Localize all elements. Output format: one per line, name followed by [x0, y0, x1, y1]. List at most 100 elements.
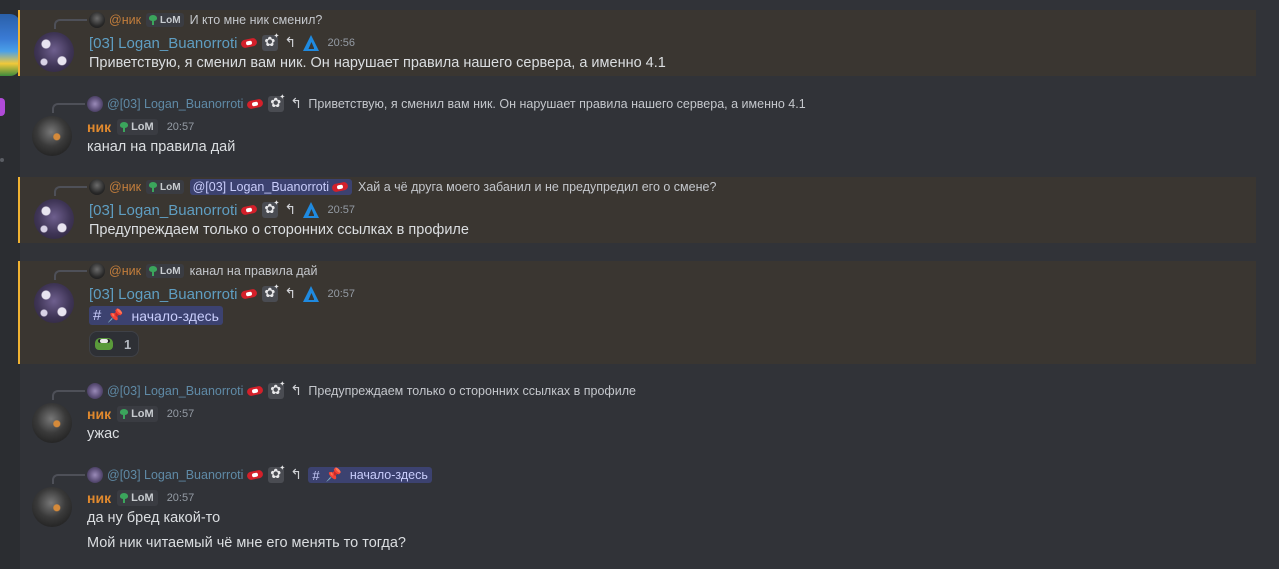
reply-preview[interactable]: @ник LoM @[03] Logan_Buanorroti Хай а чё… — [89, 178, 716, 196]
reply-text: канал на правила дай — [189, 264, 318, 278]
author-name[interactable]: [03] Logan_Buanorroti — [89, 35, 237, 52]
message: @ник LoM И кто мне ник сменил? [03] Loga… — [18, 10, 1256, 76]
reply-preview[interactable]: @[03] Logan_Buanorroti # 📌 начало-здесь — [87, 464, 437, 484]
reply-preview[interactable]: @ник LoM И кто мне ник сменил? — [89, 11, 322, 29]
channel-link[interactable]: # 📌 начало-здесь — [89, 306, 223, 325]
message-header: [03] Logan_Buanorroti 20:57 — [89, 283, 355, 305]
triangle-role-icon — [302, 285, 320, 303]
triangle-role-icon — [302, 201, 320, 219]
sprout-icon — [148, 15, 158, 25]
author-name[interactable]: [03] Logan_Buanorroti — [89, 202, 237, 219]
reply-author[interactable]: @ник — [109, 264, 141, 278]
sprout-icon — [119, 122, 129, 132]
avatar[interactable] — [32, 487, 72, 527]
mention-label: @[03] Logan_Buanorroti — [192, 180, 329, 194]
reply-avatar — [89, 179, 105, 195]
sprout-icon — [119, 493, 129, 503]
reply-text: Предупреждаем только о сторонних ссылках… — [308, 384, 636, 398]
reply-text: Приветствую, я сменил вам ник. Он наруша… — [308, 97, 806, 111]
reaction-button[interactable]: 1 — [89, 331, 140, 357]
message-content: канал на правила дай — [87, 139, 236, 155]
avatar[interactable] — [32, 403, 72, 443]
message-header: ник LoM 20:57 — [87, 116, 194, 138]
timestamp[interactable]: 20:56 — [327, 37, 355, 49]
pin-icon: 📌 — [325, 467, 342, 482]
reply-avatar — [87, 467, 103, 483]
tag-label: LoM — [160, 181, 181, 193]
nail-badge-icon — [282, 34, 298, 51]
red-ticket-badge-icon — [246, 469, 264, 481]
reply-author[interactable]: @ник — [109, 13, 141, 27]
message-content: Приветствую, я сменил вам ник. Он наруша… — [89, 55, 666, 71]
message: @[03] Logan_Buanorroti Предупреждаем тол… — [18, 380, 1256, 449]
avatar[interactable] — [32, 116, 72, 156]
reply-avatar — [89, 263, 105, 279]
message: @[03] Logan_Buanorroti # 📌 начало-здесь ни… — [18, 464, 1256, 565]
reply-text: И кто мне ник сменил? — [189, 13, 323, 27]
channel-link[interactable]: # 📌 начало-здесь — [308, 467, 432, 483]
flower-badge-icon — [268, 464, 285, 483]
timestamp[interactable]: 20:57 — [167, 492, 195, 504]
reply-author[interactable]: @[03] Logan_Buanorroti — [107, 384, 243, 398]
red-ticket-badge-icon — [240, 288, 258, 300]
message-content: Предупреждаем только о сторонних ссылках… — [89, 222, 469, 238]
red-ticket-badge-icon — [246, 385, 264, 397]
author-name[interactable]: [03] Logan_Buanorroti — [89, 286, 237, 303]
reply-preview[interactable]: @[03] Logan_Buanorroti Предупреждаем тол… — [87, 380, 636, 400]
author-name[interactable]: ник — [87, 490, 111, 506]
message-header: [03] Logan_Buanorroti 20:56 — [89, 32, 355, 54]
server-sidebar — [0, 0, 20, 569]
channel-name: начало-здесь — [349, 468, 428, 482]
nail-badge-icon — [282, 201, 298, 218]
nail-badge-icon — [288, 466, 304, 483]
message-list: @ник LoM И кто мне ник сменил? [03] Loga… — [18, 0, 1279, 569]
reply-avatar — [89, 12, 105, 28]
reply-line — [52, 390, 85, 400]
frog-emoji-icon — [95, 336, 115, 352]
reply-author[interactable]: @ник — [109, 180, 141, 194]
server-icon[interactable] — [0, 14, 20, 76]
sprout-icon — [148, 266, 158, 276]
timestamp[interactable]: 20:57 — [167, 121, 195, 133]
avatar[interactable] — [34, 283, 74, 323]
author-name[interactable]: ник — [87, 406, 111, 422]
lom-tag: LoM — [117, 490, 158, 506]
message: @ник LoM канал на правила дай [03] Logan… — [18, 261, 1256, 364]
nail-badge-icon — [288, 95, 304, 112]
avatar[interactable] — [34, 32, 74, 72]
nail-badge-icon — [282, 285, 298, 302]
red-ticket-badge-icon — [240, 204, 258, 216]
pin-icon: 📌 — [107, 307, 124, 323]
author-name[interactable]: ник — [87, 119, 111, 135]
timestamp[interactable]: 20:57 — [327, 288, 355, 300]
reply-author[interactable]: @[03] Logan_Buanorroti — [107, 468, 243, 482]
timestamp[interactable]: 20:57 — [327, 204, 355, 216]
red-ticket-badge-icon — [240, 37, 258, 49]
tag-label: LoM — [160, 265, 181, 277]
reply-author[interactable]: @[03] Logan_Buanorroti — [107, 97, 243, 111]
reply-line — [54, 186, 87, 196]
user-mention[interactable]: @[03] Logan_Buanorroti — [189, 179, 352, 195]
lom-tag: LoM — [146, 180, 184, 194]
message-content: # 📌 начало-здесь — [89, 306, 223, 325]
red-ticket-badge-icon — [331, 181, 349, 193]
tag-label: LoM — [131, 408, 154, 420]
reply-avatar — [87, 96, 103, 112]
reply-line — [54, 270, 87, 280]
message-content: Мой ник читаемый чё мне его менять то то… — [87, 535, 406, 551]
flower-badge-icon — [262, 283, 279, 302]
reply-preview[interactable]: @[03] Logan_Buanorroti Приветствую, я см… — [87, 93, 806, 113]
reply-line — [52, 474, 85, 484]
lom-tag: LoM — [117, 119, 158, 135]
hash-icon: # — [93, 307, 102, 324]
channel-name: начало-здесь — [131, 307, 219, 324]
flower-badge-icon — [262, 199, 279, 218]
reply-line — [54, 19, 87, 29]
message-header: ник LoM 20:57 — [87, 403, 194, 425]
lom-tag: LoM — [146, 264, 184, 278]
avatar[interactable] — [34, 199, 74, 239]
message: @ник LoM @[03] Logan_Buanorroti Хай а чё… — [18, 177, 1256, 243]
timestamp[interactable]: 20:57 — [167, 408, 195, 420]
reply-preview[interactable]: @ник LoM канал на правила дай — [89, 262, 317, 280]
triangle-role-icon — [302, 34, 320, 52]
